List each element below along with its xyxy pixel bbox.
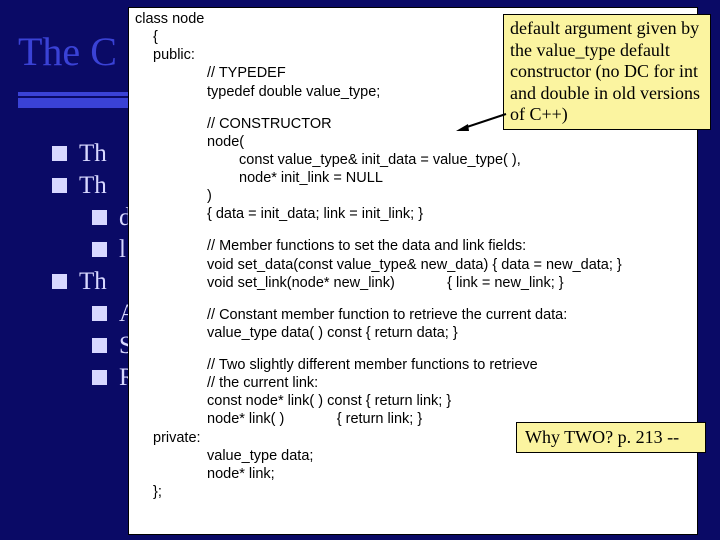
callout-why-two: Why TWO? p. 213 -- <box>516 422 706 453</box>
bullet-3: Th <box>52 268 137 296</box>
code-line: // Constant member function to retrieve … <box>135 306 691 324</box>
code-line: // Two slightly different member functio… <box>135 356 691 374</box>
code-line: // Member functions to set the data and … <box>135 237 691 255</box>
code-line: node( <box>135 133 691 151</box>
bullet-2-text: Th <box>79 172 107 200</box>
slide-title: The C <box>18 28 117 75</box>
code-line: { data = init_data; link = init_link; } <box>135 205 691 223</box>
bullet-1: Th <box>52 140 137 168</box>
code-line: }; <box>135 483 691 501</box>
code-line: ) <box>135 187 691 205</box>
callout-default-arg: default argument given by the value_type… <box>503 14 711 130</box>
code-line: const node* link( ) const { return link;… <box>135 392 691 410</box>
code-line: value_type data( ) const { return data; … <box>135 324 691 342</box>
code-line: node* init_link = NULL <box>135 169 691 187</box>
code-line: void set_data(const value_type& new_data… <box>135 256 691 274</box>
bullet-2: Th <box>52 172 137 200</box>
code-line: const value_type& init_data = value_type… <box>135 151 691 169</box>
bullet-1-text: Th <box>79 140 107 168</box>
code-line: void set_link(node* new_link) { link = n… <box>135 274 691 292</box>
bullet-3-text: Th <box>79 268 107 296</box>
code-line: // the current link: <box>135 374 691 392</box>
code-line: node* link; <box>135 465 691 483</box>
bullet-list: Th Th d l Th A S R <box>52 140 137 396</box>
sub-bullet-2-text: l <box>119 236 126 264</box>
arrow-icon <box>456 111 508 131</box>
